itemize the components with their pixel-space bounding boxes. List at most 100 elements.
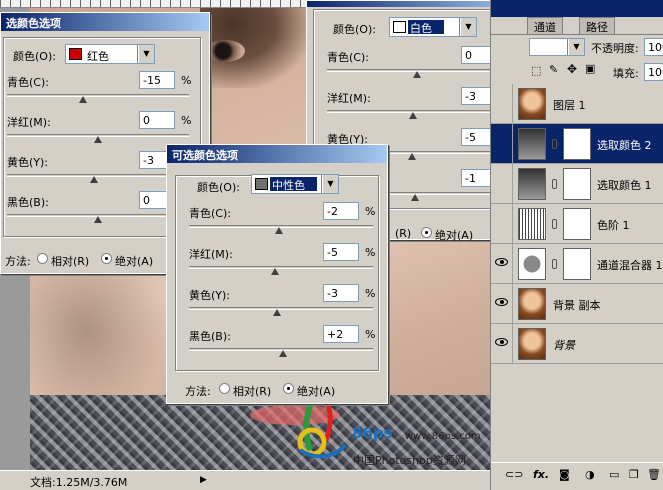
slider-value-input[interactable]: -5 <box>323 243 359 261</box>
selective-color-dialog-neutral: 可选颜色选项 颜色(O): 中性色 ▼ 方法: 相对(R) 绝对(A) 青色(C… <box>166 144 388 404</box>
mask-icon[interactable]: ◙ <box>559 468 570 481</box>
absolute-radio[interactable] <box>283 383 294 394</box>
layers-panel: 通道 路径 ▼ 不透明度: 100 ⬚ ✎ ✥ ▣ 填充: 100 图层 1 选取… <box>490 0 663 490</box>
fill-input[interactable]: 100 <box>644 63 663 81</box>
slider-thumb[interactable] <box>409 112 418 119</box>
lock-all-icon[interactable]: ▣ <box>585 62 595 75</box>
color-select[interactable]: 红色 ▼ <box>65 44 155 64</box>
layer-row[interactable]: 选取颜色 2 <box>491 124 663 164</box>
dialog-title: 可选颜色选项 <box>167 145 387 163</box>
percent-label: % <box>181 114 192 127</box>
slider-thumb[interactable] <box>411 194 420 201</box>
visibility-toggle[interactable] <box>491 324 513 364</box>
tab-paths[interactable]: 路径 <box>579 17 615 34</box>
color-swatch <box>69 48 82 60</box>
method-label: 方法: <box>5 255 31 268</box>
color-label: 颜色(O): <box>13 50 56 63</box>
visibility-toggle[interactable] <box>491 284 513 324</box>
fill-label: 填充: <box>613 67 639 80</box>
slider-thumb[interactable] <box>273 309 282 316</box>
chain-link-icon[interactable] <box>552 179 557 189</box>
chevron-down-icon[interactable]: ▼ <box>138 45 154 63</box>
slider-label: 青色(C): <box>7 76 49 89</box>
absolute-radio[interactable] <box>101 253 112 264</box>
relative-label: 相对(R) <box>233 385 272 398</box>
color-select[interactable]: 白色 ▼ <box>389 17 477 37</box>
color-select[interactable]: 中性色 ▼ <box>251 174 339 194</box>
visibility-toggle[interactable] <box>491 244 513 284</box>
chain-link-icon[interactable] <box>552 259 557 269</box>
link-icon[interactable]: ⊂⊃ <box>505 468 523 481</box>
layer-mask-thumbnail[interactable] <box>563 248 591 280</box>
relative-radio[interactable] <box>219 383 230 394</box>
fx-button[interactable]: fx. <box>533 468 549 481</box>
layer-row[interactable]: 通道混合器 1 <box>491 244 663 284</box>
chevron-down-icon[interactable]: ▼ <box>460 18 476 36</box>
layer-name: 图层 1 <box>553 99 586 112</box>
chain-link-icon[interactable] <box>552 219 557 229</box>
eye-icon <box>495 298 508 306</box>
status-bar: 文档:1.25M/3.76M ▶ <box>0 470 490 490</box>
eye-icon <box>495 338 508 346</box>
slider-label: 洋红(M): <box>189 248 233 261</box>
slider-track[interactable] <box>7 94 189 97</box>
new-layer-icon[interactable]: ❐ <box>629 468 639 481</box>
adjustment-icon <box>518 248 546 280</box>
lock-move-icon[interactable]: ✥ <box>567 62 577 76</box>
slider-label: 黑色(B): <box>7 196 49 209</box>
group-folder-icon[interactable]: ▭ <box>609 468 619 481</box>
status-menu-arrow-icon[interactable]: ▶ <box>200 475 207 485</box>
eye-icon <box>495 258 508 266</box>
opacity-input[interactable]: 100 <box>644 38 663 56</box>
chevron-down-icon[interactable]: ▼ <box>568 39 584 55</box>
layer-name: 色阶 1 <box>597 219 630 232</box>
layer-thumbnail <box>518 288 546 320</box>
layer-row[interactable]: 背景 <box>491 324 663 364</box>
chevron-down-icon[interactable]: ▼ <box>322 175 338 193</box>
slider-value-input[interactable]: -3 <box>323 284 359 302</box>
slider-track[interactable] <box>189 266 373 269</box>
slider-thumb[interactable] <box>79 96 88 103</box>
slider-thumb[interactable] <box>275 227 284 234</box>
absolute-label: 绝对(A) <box>435 229 474 242</box>
slider-label: 洋红(M): <box>7 116 51 129</box>
percent-label: % <box>365 246 376 259</box>
slider-thumb[interactable] <box>94 216 102 223</box>
slider-thumb[interactable] <box>90 176 99 183</box>
color-swatch <box>255 178 268 190</box>
adjustment-icon[interactable]: ◑ <box>585 468 595 481</box>
visibility-toggle[interactable] <box>491 124 513 164</box>
trash-icon[interactable]: 🗑 <box>647 468 661 481</box>
layer-row[interactable]: 选取颜色 1 <box>491 164 663 204</box>
slider-thumb[interactable] <box>413 71 421 78</box>
visibility-toggle[interactable] <box>491 84 513 124</box>
tab-channels[interactable]: 通道 <box>527 17 563 34</box>
slider-thumb[interactable] <box>278 350 287 357</box>
absolute-radio[interactable] <box>421 227 432 238</box>
layer-row[interactable]: 色阶 1 <box>491 204 663 244</box>
slider-value-input[interactable]: -2 <box>323 202 359 220</box>
slider-thumb[interactable] <box>407 153 416 160</box>
layer-row[interactable]: 背景 副本 <box>491 284 663 324</box>
lock-paint-icon[interactable]: ✎ <box>549 63 558 76</box>
lock-transparency-icon[interactable]: ⬚ <box>531 64 541 77</box>
layer-row[interactable]: 图层 1 <box>491 84 663 124</box>
slider-label: 黑色(B): <box>189 330 231 343</box>
layer-mask-thumbnail[interactable] <box>563 208 591 240</box>
slider-thumb[interactable] <box>271 268 280 275</box>
layer-mask-thumbnail[interactable] <box>563 128 591 160</box>
visibility-toggle[interactable] <box>491 164 513 204</box>
percent-label: % <box>181 74 192 87</box>
relative-label: (R) <box>395 227 412 240</box>
relative-radio[interactable] <box>37 253 48 264</box>
color-label: 颜色(O): <box>333 23 376 36</box>
slider-value-input[interactable]: +2 <box>323 325 359 343</box>
layer-mask-thumbnail[interactable] <box>563 168 591 200</box>
adjustment-icon <box>518 208 546 240</box>
slider-value-input[interactable]: 0 <box>139 111 175 129</box>
visibility-toggle[interactable] <box>491 204 513 244</box>
slider-thumb[interactable] <box>94 136 102 143</box>
blend-mode-select[interactable]: ▼ <box>529 38 585 56</box>
slider-value-input[interactable]: -15 <box>139 71 175 89</box>
chain-link-icon[interactable] <box>552 139 557 149</box>
